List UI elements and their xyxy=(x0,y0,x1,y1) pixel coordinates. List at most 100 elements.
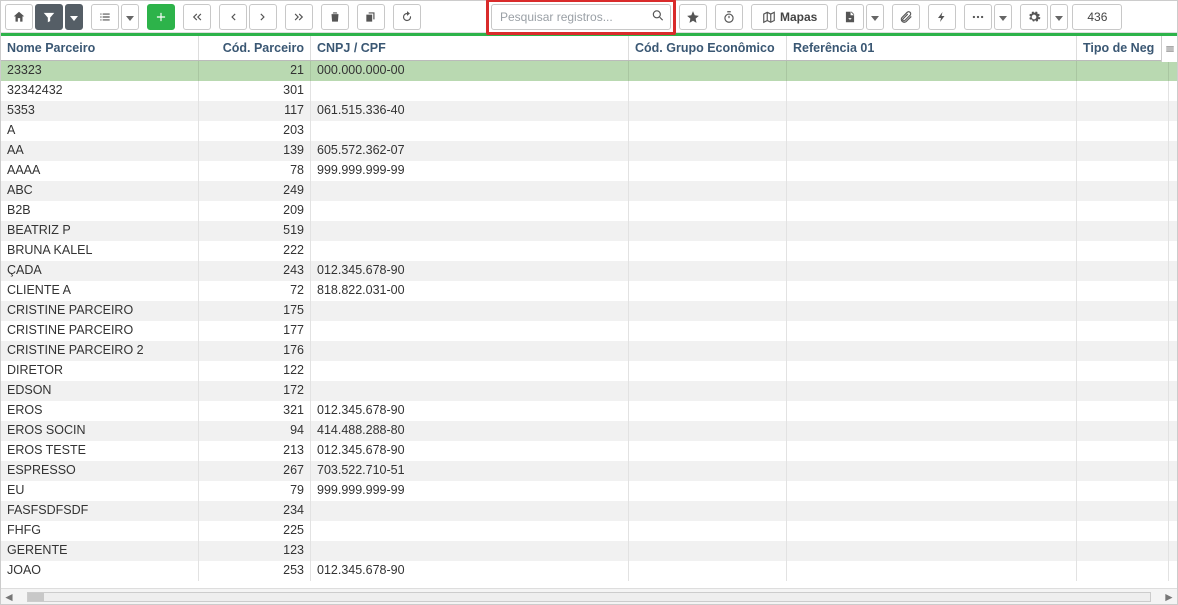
col-cod[interactable]: Cód. Parceiro xyxy=(199,36,311,60)
cell-nome: CRISTINE PARCEIRO xyxy=(1,301,199,321)
copy-button[interactable] xyxy=(357,4,385,30)
col-grupo[interactable]: Cód. Grupo Econômico xyxy=(629,36,787,60)
table-row[interactable]: CRISTINE PARCEIRO175 xyxy=(1,301,1177,321)
add-button[interactable] xyxy=(147,4,175,30)
hamburger-icon xyxy=(1165,44,1175,54)
table-row[interactable]: GERENTE123 xyxy=(1,541,1177,561)
timer-button[interactable] xyxy=(715,4,743,30)
cell-ref xyxy=(787,481,1077,501)
table-row[interactable]: 2332321000.000.000-00 xyxy=(1,61,1177,81)
settings-button[interactable] xyxy=(1020,4,1048,30)
prev-button[interactable] xyxy=(219,4,247,30)
cell-cod: 234 xyxy=(199,501,311,521)
scroll-track[interactable] xyxy=(27,592,1151,602)
favorite-button[interactable] xyxy=(679,4,707,30)
table-row[interactable]: BEATRIZ P519 xyxy=(1,221,1177,241)
table-row[interactable]: B2B209 xyxy=(1,201,1177,221)
table-row[interactable]: CRISTINE PARCEIRO 2176 xyxy=(1,341,1177,361)
home-button[interactable] xyxy=(5,4,33,30)
table-body[interactable]: 2332321000.000.000-003234243230153531170… xyxy=(1,61,1177,587)
table-row[interactable]: JOAO253012.345.678-90 xyxy=(1,561,1177,581)
scroll-left-arrow[interactable]: ◄ xyxy=(3,591,15,603)
table-row[interactable]: EROS321012.345.678-90 xyxy=(1,401,1177,421)
cell-ref xyxy=(787,441,1077,461)
cell-tipo xyxy=(1077,81,1169,101)
filter-dropdown[interactable] xyxy=(65,4,83,30)
table-row[interactable]: ABC249 xyxy=(1,181,1177,201)
cell-grupo xyxy=(629,481,787,501)
cell-tipo xyxy=(1077,541,1169,561)
col-ref[interactable]: Referência 01 xyxy=(787,36,1077,60)
table-row[interactable]: CRISTINE PARCEIRO177 xyxy=(1,321,1177,341)
cell-ref xyxy=(787,501,1077,521)
cell-cnpj xyxy=(311,181,629,201)
column-menu-button[interactable] xyxy=(1161,36,1177,62)
scroll-right-arrow[interactable]: ► xyxy=(1163,591,1175,603)
table-row[interactable]: AAAA78999.999.999-99 xyxy=(1,161,1177,181)
cell-tipo xyxy=(1077,521,1169,541)
export-dropdown[interactable] xyxy=(866,4,884,30)
export-button[interactable] xyxy=(836,4,864,30)
cell-grupo xyxy=(629,121,787,141)
cell-nome: 32342432 xyxy=(1,81,199,101)
last-page-button[interactable] xyxy=(285,4,313,30)
scroll-thumb[interactable] xyxy=(28,593,44,601)
refresh-button[interactable] xyxy=(393,4,421,30)
chevron-double-left-icon xyxy=(190,10,204,24)
cell-cnpj xyxy=(311,501,629,521)
cell-tipo xyxy=(1077,501,1169,521)
list-icon xyxy=(98,10,112,24)
filter-button[interactable] xyxy=(35,4,63,30)
cell-tipo xyxy=(1077,421,1169,441)
cell-cod: 78 xyxy=(199,161,311,181)
list-button[interactable] xyxy=(91,4,119,30)
table-row[interactable]: FASFSDFSDF234 xyxy=(1,501,1177,521)
list-dropdown[interactable] xyxy=(121,4,139,30)
next-button[interactable] xyxy=(249,4,277,30)
cell-ref xyxy=(787,521,1077,541)
col-tipo[interactable]: Tipo de Neg xyxy=(1077,36,1169,60)
table-row[interactable]: ESPRESSO267703.522.710-51 xyxy=(1,461,1177,481)
horizontal-scrollbar[interactable]: ◄ ► xyxy=(1,588,1177,604)
cell-grupo xyxy=(629,301,787,321)
table-row[interactable]: 5353117061.515.336-40 xyxy=(1,101,1177,121)
table-row[interactable]: AA139605.572.362-07 xyxy=(1,141,1177,161)
plus-icon xyxy=(154,10,168,24)
table-row[interactable]: EDSON172 xyxy=(1,381,1177,401)
caret-down-icon xyxy=(1055,9,1063,24)
more-dropdown[interactable] xyxy=(994,4,1012,30)
table-row[interactable]: EROS TESTE213012.345.678-90 xyxy=(1,441,1177,461)
cell-tipo xyxy=(1077,101,1169,121)
cell-ref xyxy=(787,101,1077,121)
map-icon xyxy=(762,10,776,24)
table-row[interactable]: BRUNA KALEL222 xyxy=(1,241,1177,261)
cell-grupo xyxy=(629,461,787,481)
table-row[interactable]: EROS SOCIN94414.488.288-80 xyxy=(1,421,1177,441)
cell-grupo xyxy=(629,441,787,461)
cell-cod: 225 xyxy=(199,521,311,541)
cell-ref xyxy=(787,321,1077,341)
table-row[interactable]: A203 xyxy=(1,121,1177,141)
search-input[interactable] xyxy=(491,4,671,30)
table-row[interactable]: CLIENTE A72818.822.031-00 xyxy=(1,281,1177,301)
cell-tipo xyxy=(1077,121,1169,141)
col-cnpj[interactable]: CNPJ / CPF xyxy=(311,36,629,60)
cell-ref xyxy=(787,541,1077,561)
table-row[interactable]: ÇADA243012.345.678-90 xyxy=(1,261,1177,281)
cell-nome: AAAA xyxy=(1,161,199,181)
first-page-button[interactable] xyxy=(183,4,211,30)
table-row[interactable]: FHFG225 xyxy=(1,521,1177,541)
cell-nome: FASFSDFSDF xyxy=(1,501,199,521)
settings-dropdown[interactable] xyxy=(1050,4,1068,30)
attach-button[interactable] xyxy=(892,4,920,30)
cell-ref xyxy=(787,561,1077,581)
maps-button[interactable]: Mapas xyxy=(751,4,828,30)
col-nome[interactable]: Nome Parceiro xyxy=(1,36,199,60)
delete-button[interactable] xyxy=(321,4,349,30)
refresh-icon xyxy=(400,10,414,24)
table-row[interactable]: DIRETOR122 xyxy=(1,361,1177,381)
more-button[interactable] xyxy=(964,4,992,30)
table-row[interactable]: 32342432301 xyxy=(1,81,1177,101)
actions-button[interactable] xyxy=(928,4,956,30)
table-row[interactable]: EU79999.999.999-99 xyxy=(1,481,1177,501)
